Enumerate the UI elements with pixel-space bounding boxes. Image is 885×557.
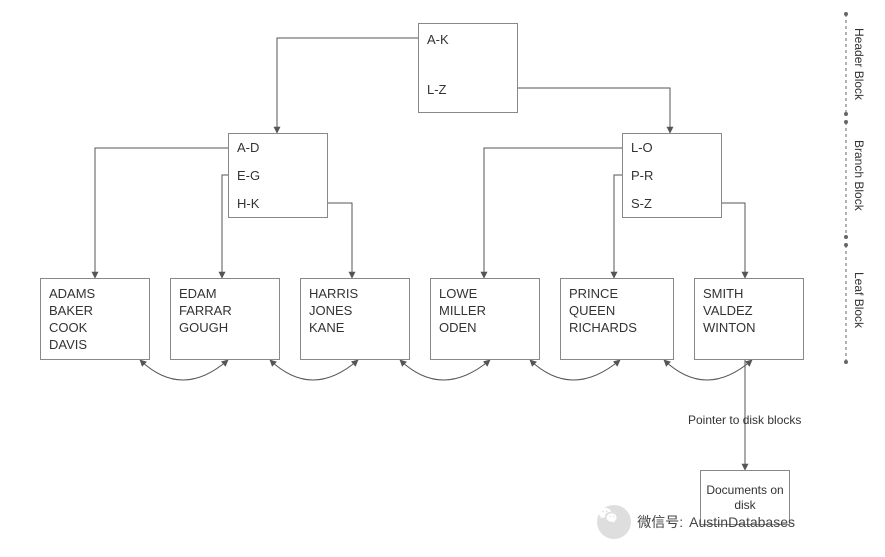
leaf-entry: QUEEN bbox=[569, 302, 637, 319]
wechat-icon bbox=[597, 505, 631, 539]
branch-left-ad: A-D bbox=[237, 140, 259, 155]
leaf-entry: LOWE bbox=[439, 285, 486, 302]
leaf-block-0: ADAMS BAKER COOK DAVIS bbox=[40, 278, 150, 360]
leaf-entry: ODEN bbox=[439, 319, 486, 336]
branch-right-pr: P-R bbox=[631, 168, 653, 183]
header-block: A-K L-Z bbox=[418, 23, 518, 113]
leaf-entry: SMITH bbox=[703, 285, 755, 302]
leaf-block-4: PRINCE QUEEN RICHARDS bbox=[560, 278, 674, 360]
leaf-entry: VALDEZ bbox=[703, 302, 755, 319]
edge-right-LO bbox=[484, 148, 622, 278]
branch-left-eg: E-G bbox=[237, 168, 260, 183]
leaf-block-1: EDAM FARRAR GOUGH bbox=[170, 278, 280, 360]
leaf-link-1-2 bbox=[270, 360, 358, 380]
side-label-leaf: Leaf Block bbox=[852, 272, 866, 328]
leaf-entry: WINTON bbox=[703, 319, 755, 336]
edge-left-AD bbox=[95, 148, 228, 278]
leaf-entry: ADAMS bbox=[49, 285, 95, 302]
leaf-entry: KANE bbox=[309, 319, 358, 336]
leaf-link-2-3 bbox=[400, 360, 490, 380]
leaf-link-4-5 bbox=[664, 360, 752, 380]
leaf-entry: DAVIS bbox=[49, 336, 95, 353]
header-key-lz: L-Z bbox=[427, 82, 447, 97]
leaf-entry: COOK bbox=[49, 319, 95, 336]
leaf-entry: BAKER bbox=[49, 302, 95, 319]
edge-right-PR bbox=[614, 175, 622, 278]
leaf-entry: MILLER bbox=[439, 302, 486, 319]
pointer-label: Pointer to disk blocks bbox=[688, 413, 801, 427]
branch-left-hk: H-K bbox=[237, 196, 259, 211]
watermark: 微信号: AustinDatabases bbox=[597, 505, 795, 539]
side-label-branch: Branch Block bbox=[852, 140, 866, 211]
edge-right-SZ bbox=[722, 203, 745, 278]
side-label-header: Header Block bbox=[852, 28, 866, 100]
leaf-entry: PRINCE bbox=[569, 285, 637, 302]
leaf-entry: RICHARDS bbox=[569, 319, 637, 336]
edge-header-to-left bbox=[277, 38, 418, 133]
leaf-block-2: HARRIS JONES KANE bbox=[300, 278, 410, 360]
leaf-block-3: LOWE MILLER ODEN bbox=[430, 278, 540, 360]
watermark-prefix: 微信号: bbox=[637, 512, 683, 532]
branch-block-left: A-D E-G H-K bbox=[228, 133, 328, 218]
branch-block-right: L-O P-R S-Z bbox=[622, 133, 722, 218]
leaf-link-3-4 bbox=[530, 360, 620, 380]
leaf-entry: EDAM bbox=[179, 285, 232, 302]
branch-right-sz: S-Z bbox=[631, 196, 652, 211]
leaf-entry: GOUGH bbox=[179, 319, 232, 336]
header-key-ak: A-K bbox=[427, 32, 449, 47]
branch-right-lo: L-O bbox=[631, 140, 653, 155]
leaf-entry: FARRAR bbox=[179, 302, 232, 319]
watermark-handle: AustinDatabases bbox=[689, 514, 795, 530]
leaf-entry: HARRIS bbox=[309, 285, 358, 302]
leaf-link-0-1 bbox=[140, 360, 228, 380]
edge-header-to-right bbox=[518, 88, 670, 133]
edge-left-HK bbox=[328, 203, 352, 278]
leaf-block-5: SMITH VALDEZ WINTON bbox=[694, 278, 804, 360]
leaf-entry: JONES bbox=[309, 302, 358, 319]
